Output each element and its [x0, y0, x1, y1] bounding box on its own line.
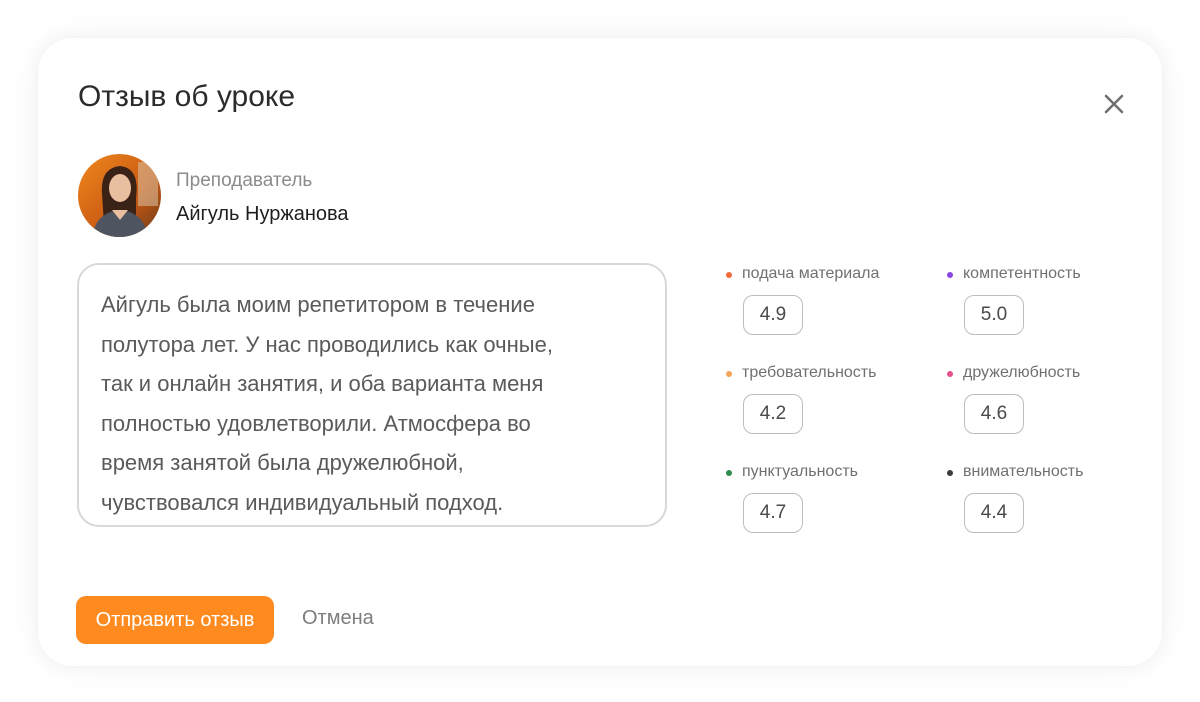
teacher-name: Айгуль Нуржанова [176, 203, 349, 225]
teacher-avatar [78, 154, 161, 237]
rating-value-field[interactable]: 4.7 [743, 493, 803, 533]
dialog-title: Отзыв об уроке [78, 80, 296, 113]
review-line: полностью удовлетворили. Атмосфера во [101, 410, 531, 436]
teacher-role: Преподаватель [176, 170, 313, 191]
review-line: время занятой была дружелюбной, [101, 450, 464, 475]
cancel-button[interactable]: Отмена [302, 607, 374, 630]
rating-label: требовательность [742, 364, 877, 381]
rating-value-field[interactable]: 4.9 [743, 295, 803, 335]
rating-label: подача материала [742, 265, 880, 282]
rating-value-field[interactable]: 5.0 [964, 295, 1024, 335]
rating-label: внимательность [963, 463, 1084, 480]
review-line: так и онлайн занятия, и оба варианта мен… [101, 371, 544, 396]
rating-label: дружелюбность [963, 364, 1081, 381]
rating-value-field[interactable]: 4.4 [964, 493, 1024, 533]
submit-review-button[interactable]: Отправить отзыв [76, 596, 274, 644]
review-line: чувствовался индивидуальный подход. [101, 489, 504, 515]
review-line: Айгуль была моим репетитором в течение [101, 292, 535, 317]
rating-value-field[interactable]: 4.2 [743, 394, 803, 434]
close-icon[interactable] [1102, 92, 1126, 116]
rating-value-field[interactable]: 4.6 [964, 394, 1024, 434]
review-textarea[interactable]: Айгуль была моим репетитором в течение п… [77, 263, 667, 527]
rating-label: пунктуальность [742, 463, 858, 480]
rating-label: компетентность [963, 265, 1081, 282]
review-line: полутора лет. У нас проводились как очны… [101, 331, 553, 357]
review-dialog: Отзыв об уроке Преподаватель Айгуль Нурж… [38, 38, 1162, 666]
